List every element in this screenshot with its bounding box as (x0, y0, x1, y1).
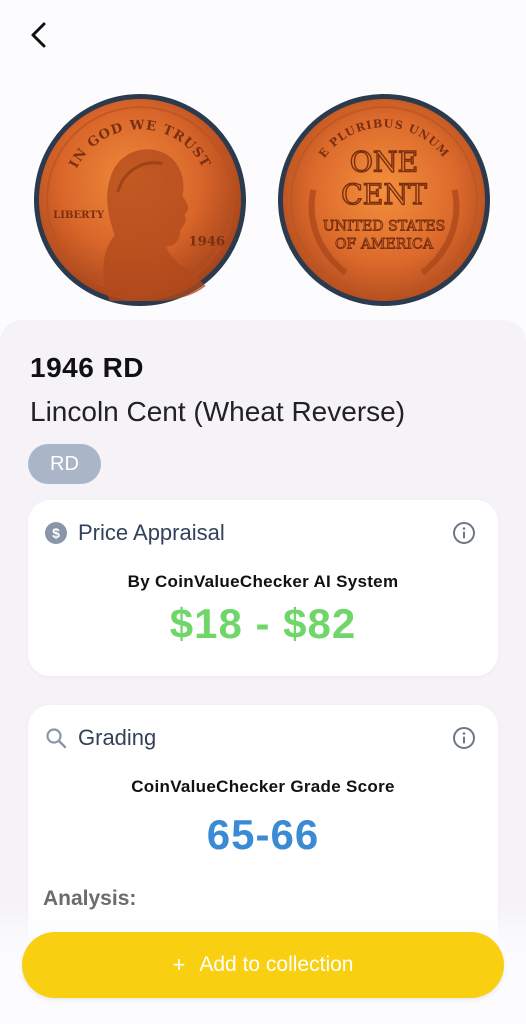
coin-title: 1946 RD (30, 352, 145, 383)
svg-text:OF AMERICA: OF AMERICA (335, 236, 434, 252)
coin-reverse-image[interactable]: E PLURIBUS UNUM ONE CENT UNITED STATES O… (278, 94, 490, 306)
svg-text:$: $ (52, 525, 60, 541)
plus-icon: + (172, 952, 186, 977)
grade-score-value: 65-66 (206, 811, 320, 858)
info-icon (453, 522, 475, 544)
dollar-coin-icon: $ (44, 521, 68, 545)
price-appraisal-header: $ Price Appraisal (44, 520, 225, 546)
svg-text:UNITED STATES: UNITED STATES (323, 218, 446, 234)
chevron-left-icon (31, 22, 46, 48)
search-icon (44, 726, 68, 750)
coin-name: Lincoln Cent (Wheat Reverse) (30, 396, 406, 427)
svg-text:CENT: CENT (341, 178, 427, 211)
add-to-collection-button[interactable]: + Add to collection (22, 932, 504, 998)
grade-score-label: CoinValueChecker Grade Score (131, 777, 395, 796)
price-appraisal-card: $ Price Appraisal By CoinValueChecker AI… (28, 500, 498, 676)
add-to-collection-label: Add to collection (199, 953, 354, 976)
back-button[interactable] (22, 18, 56, 52)
grading-info-button[interactable] (452, 726, 476, 750)
designation-badge: RD (28, 444, 101, 484)
price-range-value: $18 - $82 (169, 600, 357, 647)
grading-header: Grading (44, 725, 156, 751)
svg-text:LIBERTY: LIBERTY (53, 210, 105, 221)
grading-title: Grading (78, 725, 157, 750)
svg-text:ONE: ONE (350, 146, 419, 179)
coin-images: IN GOD WE TRUST LIBERTY 1946 E PLURIBUS … (0, 86, 526, 306)
info-icon (453, 727, 475, 749)
price-info-button[interactable] (452, 521, 476, 545)
svg-text:1946: 1946 (188, 234, 225, 249)
price-appraisal-title: Price Appraisal (78, 520, 225, 545)
coin-obverse-image[interactable]: IN GOD WE TRUST LIBERTY 1946 (34, 94, 246, 306)
price-appraisal-source: By CoinValueChecker AI System (127, 572, 399, 591)
